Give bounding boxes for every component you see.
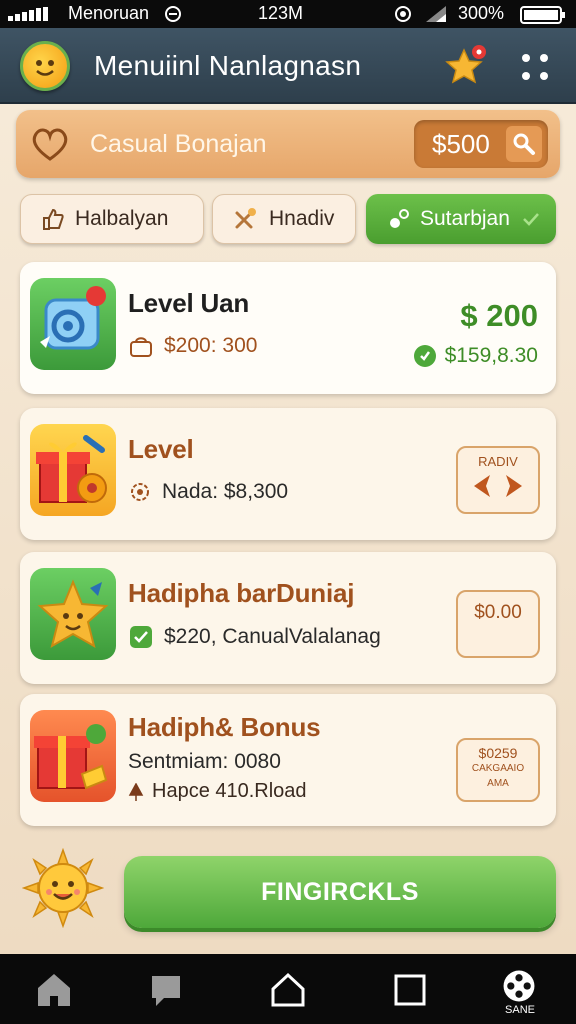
item-subtitle-row: Nada: $8,300 (128, 480, 288, 504)
item-subtitle-row: $220, CanualValalanag (128, 624, 381, 650)
item-title: Hadipha barDuniaj (128, 578, 355, 608)
item-subtitle: Nada: $8,300 (162, 480, 289, 503)
chip-sutarbjan[interactable]: Sutarbjan (366, 194, 556, 244)
tools-icon (235, 208, 256, 229)
chip-halbalyan[interactable]: Halbalyan (20, 194, 204, 244)
app-title: Menuiinl Nanlagnasn (94, 50, 362, 81)
gear-icon (131, 483, 149, 501)
thumb-icon (43, 208, 64, 230)
item-tag-line-1: $0259 (478, 745, 518, 761)
list-item[interactable]: Hadipha barDuniaj $220, CanualValalanag … (20, 552, 556, 684)
search-icon (513, 133, 535, 155)
search-bar[interactable]: Casual Bonajan $500 (16, 110, 560, 178)
arrows-icon (474, 475, 522, 497)
chip-label: Halbalyan (75, 207, 169, 230)
heart-icon (32, 128, 68, 161)
time-label: 123M (258, 3, 304, 23)
chat-icon[interactable] (144, 968, 188, 1012)
chip-label: Sutarbjan (420, 207, 510, 230)
amount-value: $500 (432, 129, 490, 159)
wifi-icon (395, 6, 411, 22)
signal-icon (8, 7, 48, 21)
app-header: Menuiinl Nanlagnasn (0, 28, 576, 104)
app-logo-icon[interactable] (20, 41, 70, 91)
item-tag-line-3: AMA (487, 778, 509, 789)
gift-icon (30, 710, 116, 802)
item-tag[interactable]: $0.00 (456, 590, 540, 658)
item-price-secondary-text: $159,8.30 (444, 344, 538, 367)
square-icon[interactable] (388, 968, 432, 1012)
pin-icon (128, 782, 144, 801)
search-button[interactable] (506, 126, 542, 162)
list-item[interactable]: Level Uan $200: 300 $ 200 $159,8.30 (20, 262, 556, 394)
status-bar: Menoruan 123M 300% (0, 0, 576, 28)
chip-label: Hnadiv (269, 207, 335, 230)
carrier-label: Menoruan (68, 3, 150, 23)
primary-action-button[interactable]: FINGIRCKLS (124, 856, 556, 928)
item-price: $ 200 (460, 298, 538, 333)
item-subtitle-row-2: Hapce 410.Rload (128, 780, 307, 803)
sun-mascot-icon (21, 847, 105, 929)
item-tag-label: RADIV (478, 454, 518, 469)
item-subtitle: $200: 300 (164, 334, 258, 357)
more-icon[interactable] (518, 50, 552, 84)
bottom-nav (0, 954, 576, 1024)
item-title: Level Uan (128, 288, 250, 318)
nav-label: SANE (505, 1004, 535, 1016)
home-icon[interactable] (32, 968, 76, 1012)
item-title: Level (128, 434, 194, 464)
item-tag[interactable]: RADIV (456, 446, 540, 514)
battery-icon (520, 6, 565, 24)
item-price-secondary: $159,8.30 (413, 344, 538, 368)
coin-icon (413, 345, 436, 367)
item-tag-line-2: CAKGAAIO (471, 763, 525, 774)
cell-bars-icon (426, 6, 446, 22)
amount-box[interactable]: $500 (414, 120, 548, 168)
item-tag-label: $0.00 (474, 602, 522, 623)
bag-icon (130, 337, 152, 357)
item-subtitle: $220, CanualValalanag (164, 625, 381, 648)
star-badge-icon[interactable] (444, 44, 488, 88)
list-item[interactable]: Hadiph& Bonus Sentmiam: 0080 Hapce 410.R… (20, 694, 556, 826)
search-placeholder: Casual Bonajan (90, 130, 267, 158)
check-badge-icon (130, 626, 152, 648)
home-outline-icon[interactable] (266, 968, 310, 1012)
item-subtitle: Sentmiam: 0080 (128, 750, 281, 773)
item-tag[interactable]: $0259 CAKGAAIO AMA (456, 738, 540, 802)
item-subtitle-row: $200: 300 (128, 334, 257, 358)
item-title: Hadiph& Bonus (128, 712, 321, 742)
battery-percent: 300% (458, 3, 505, 23)
item-subtitle-row: Sentmiam: 0080 (128, 750, 281, 774)
film-reel-icon[interactable] (498, 966, 540, 1006)
star-character-icon (30, 568, 116, 660)
list-item[interactable]: Level Nada: $8,300 RADIV (20, 408, 556, 540)
item-icon (30, 278, 116, 370)
gift-icon (30, 424, 116, 516)
item-subtitle-2: Hapce 410.Rload (152, 780, 307, 802)
check-icon (523, 213, 539, 226)
sync-icon (165, 6, 181, 22)
link-icon (390, 209, 409, 228)
chip-hnadiv[interactable]: Hnadiv (212, 194, 356, 244)
